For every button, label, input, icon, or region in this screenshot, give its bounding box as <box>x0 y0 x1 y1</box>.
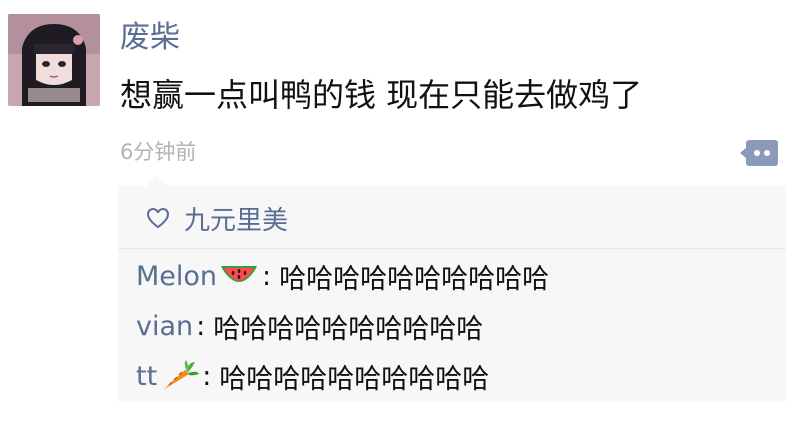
likes-names[interactable]: 九元里美 <box>184 200 288 237</box>
carrot-icon <box>163 360 200 390</box>
comment-author[interactable]: vian <box>136 311 193 342</box>
likes-row: 九元里美 <box>146 200 288 236</box>
post-text: 想赢一点叫鸭的钱 现在只能去做鸡了 <box>120 76 643 114</box>
panel-pointer <box>146 175 168 186</box>
watermelon-icon <box>221 266 258 282</box>
avatar[interactable] <box>8 14 100 106</box>
comment-author[interactable]: Melon <box>136 261 217 292</box>
comment-button[interactable] <box>740 136 780 170</box>
comment-item[interactable]: tt : 哈哈哈哈哈哈哈哈哈哈 <box>136 356 489 396</box>
comment-author[interactable]: tt <box>136 361 157 392</box>
comment-separator: : <box>262 260 272 292</box>
avatar-image <box>8 14 100 106</box>
carrot-emoji <box>159 360 200 392</box>
comment-separator: : <box>202 360 212 392</box>
comment-item[interactable]: Melon : 哈哈哈哈哈哈哈哈哈哈 <box>136 256 549 296</box>
comment-item[interactable]: vian : 哈哈哈哈哈哈哈哈哈哈 <box>136 306 483 346</box>
post-timestamp: 6分钟前 <box>120 140 197 164</box>
heart-outline-icon <box>147 208 169 228</box>
comment-separator: : <box>196 310 206 342</box>
comment-text: 哈哈哈哈哈哈哈哈哈哈 <box>213 313 484 345</box>
watermelon-emoji <box>219 260 259 292</box>
comment-text: 哈哈哈哈哈哈哈哈哈哈 <box>219 363 490 395</box>
comment-text: 哈哈哈哈哈哈哈哈哈哈 <box>279 263 550 295</box>
comment-icon <box>740 140 778 166</box>
interaction-panel: 九元里美 Melon : 哈哈哈哈哈哈哈哈哈哈 vian : 哈哈哈哈哈哈哈哈哈… <box>118 175 786 402</box>
divider <box>118 248 786 249</box>
post-author-name[interactable]: 废柴 <box>120 20 180 56</box>
